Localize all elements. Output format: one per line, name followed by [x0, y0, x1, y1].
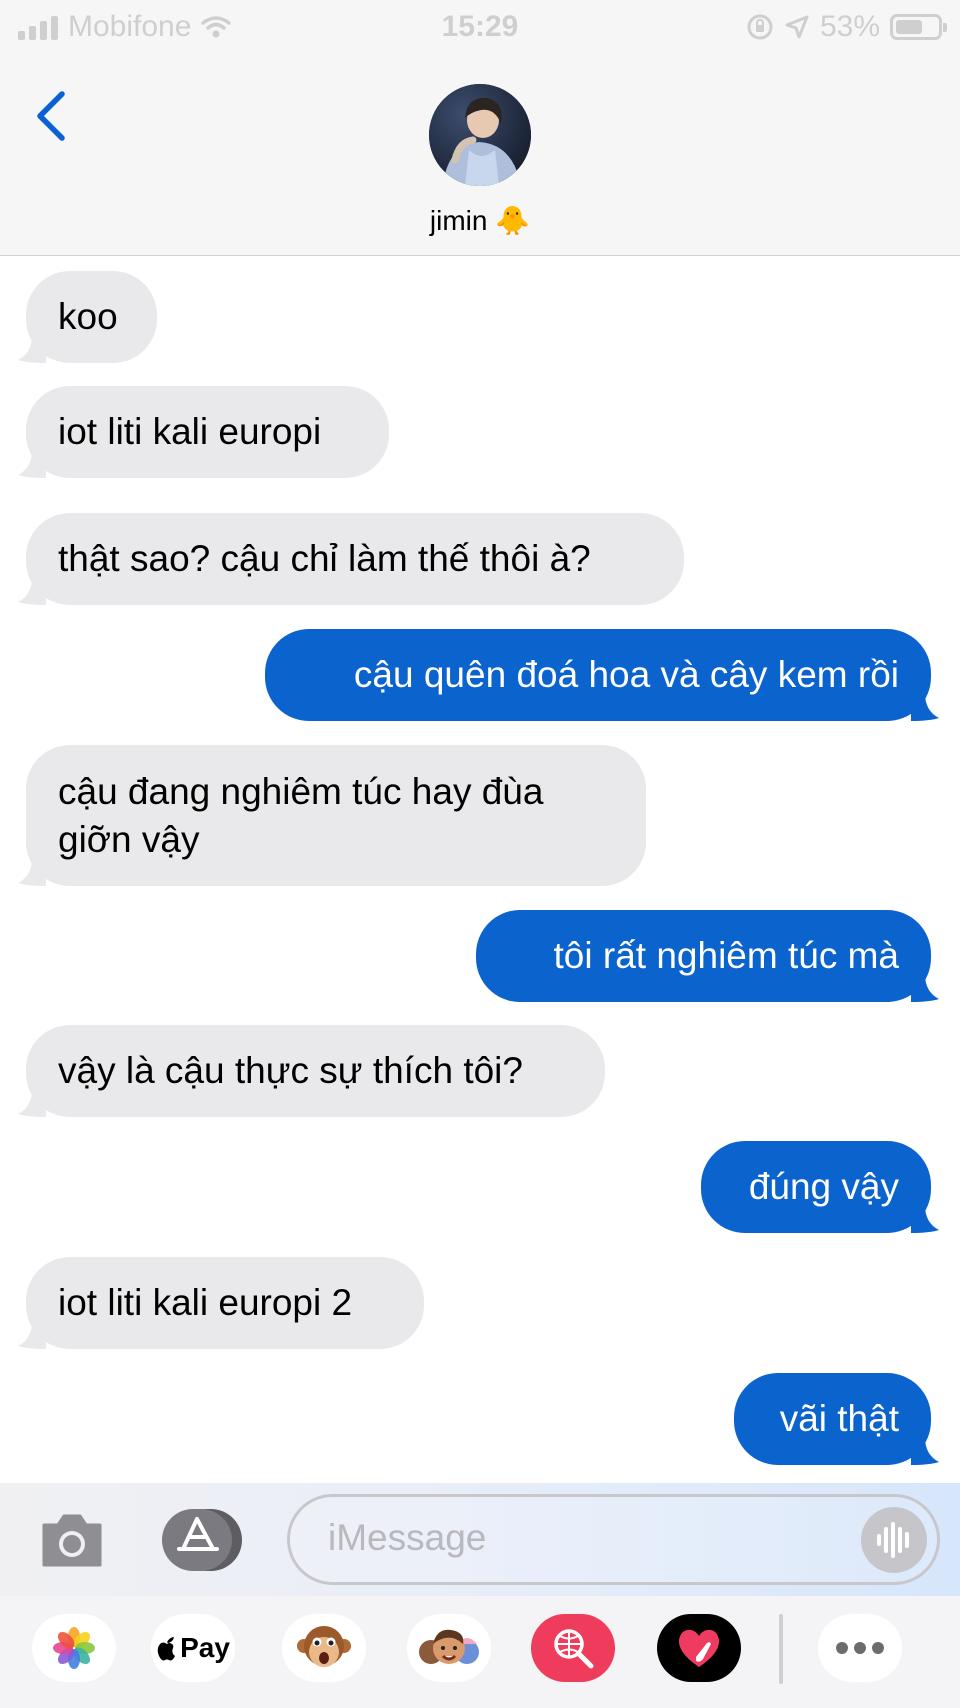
- avatar-photo: [429, 84, 531, 186]
- message-bubble-incoming[interactable]: vậy là cậu thực sự thích tôi?: [18, 1025, 605, 1117]
- message-text: đúng vậy: [748, 1166, 899, 1207]
- message-text: tôi rất nghiêm túc mà: [553, 935, 899, 976]
- message-text: vậy là cậu thực sự thích tôi?: [58, 1050, 523, 1091]
- voice-message-button[interactable]: [861, 1507, 927, 1573]
- battery-percent: 53%: [819, 10, 880, 43]
- contact-name[interactable]: jimin 🐥: [0, 204, 960, 237]
- bubble-tail: [18, 577, 46, 605]
- app-drawer: Pay: [0, 1596, 960, 1708]
- bubble-tail: [18, 1321, 46, 1349]
- message-bubble-outgoing[interactable]: tôi rất nghiêm túc mà: [476, 910, 939, 1002]
- ellipsis-icon: [836, 1642, 884, 1654]
- conversation-header: jimin 🐥: [0, 56, 960, 256]
- message-text: iot liti kali europi: [58, 411, 322, 452]
- more-apps-button[interactable]: [818, 1614, 902, 1682]
- message-bubble-outgoing[interactable]: vãi thật: [734, 1373, 939, 1465]
- message-text-line: giỡn vậy: [58, 818, 200, 860]
- camera-icon[interactable]: [40, 1511, 104, 1569]
- memoji-stickers-app-icon[interactable]: [407, 1614, 491, 1682]
- message-bubble-incoming[interactable]: thật sao? cậu chỉ làm thế thôi à?: [18, 513, 684, 605]
- bubble-tail: [18, 1089, 46, 1117]
- message-bubble-incoming[interactable]: iot liti kali europi: [18, 386, 389, 478]
- message-text: thật sao? cậu chỉ làm thế thôi à?: [58, 538, 591, 579]
- app-store-icon[interactable]: [162, 1509, 244, 1571]
- message-bubble-outgoing[interactable]: cậu quên đoá hoa và cây kem rồi: [265, 629, 939, 721]
- bubble-tail: [911, 1437, 939, 1465]
- apple-pay-label: Pay: [180, 1632, 230, 1663]
- animoji-app-icon[interactable]: [282, 1614, 366, 1682]
- bubble-tail: [18, 335, 46, 363]
- location-icon: [785, 15, 809, 39]
- bubble-tail: [18, 858, 46, 886]
- heart-touch-icon: [678, 1629, 720, 1667]
- message-bubble-incoming[interactable]: iot liti kali europi 2: [18, 1257, 424, 1349]
- app-drawer-divider: [779, 1614, 783, 1684]
- message-text: koo: [58, 296, 118, 337]
- message-text-line: cậu đang nghiêm túc hay đùa: [58, 770, 544, 812]
- message-bubble-incoming[interactable]: cậu đang nghiêm túc hay đùa giỡn vậy: [18, 745, 646, 886]
- monkey-face-icon: [297, 1626, 351, 1667]
- message-bubble-outgoing[interactable]: đúng vậy: [701, 1141, 939, 1233]
- apple-pay-app-icon[interactable]: Pay: [151, 1614, 235, 1682]
- bubble-tail: [911, 1205, 939, 1233]
- imessage-placeholder: iMessage: [328, 1517, 487, 1558]
- photos-app-icon[interactable]: [32, 1614, 116, 1682]
- waveform-icon: [877, 1522, 909, 1558]
- bubble-tail: [18, 450, 46, 478]
- web-image-search-app-icon[interactable]: [531, 1614, 615, 1682]
- status-right: 53%: [746, 10, 947, 44]
- imessage-input[interactable]: iMessage: [287, 1494, 940, 1585]
- memoji-faces-icon: [419, 1629, 479, 1664]
- orientation-lock-icon: [747, 14, 773, 40]
- battery-icon: [890, 14, 947, 40]
- message-text: iot liti kali europi 2: [58, 1282, 353, 1323]
- globe-search-icon: [554, 1629, 594, 1669]
- back-chevron-icon[interactable]: [28, 86, 78, 146]
- compose-bar: iMessage: [0, 1483, 960, 1596]
- photos-flower-icon: [53, 1627, 95, 1669]
- message-text: cậu quên đoá hoa và cây kem rồi: [353, 654, 899, 695]
- apple-logo-icon: [157, 1637, 176, 1661]
- status-bar: Mobifone 15:29 53%: [0, 0, 960, 56]
- contact-avatar[interactable]: [429, 84, 531, 186]
- bubble-tail: [911, 693, 939, 721]
- bubble-tail: [911, 974, 939, 1002]
- message-bubble-incoming[interactable]: koo: [18, 271, 157, 363]
- digital-touch-app-icon[interactable]: [657, 1614, 741, 1682]
- message-text: vãi thật: [779, 1398, 899, 1439]
